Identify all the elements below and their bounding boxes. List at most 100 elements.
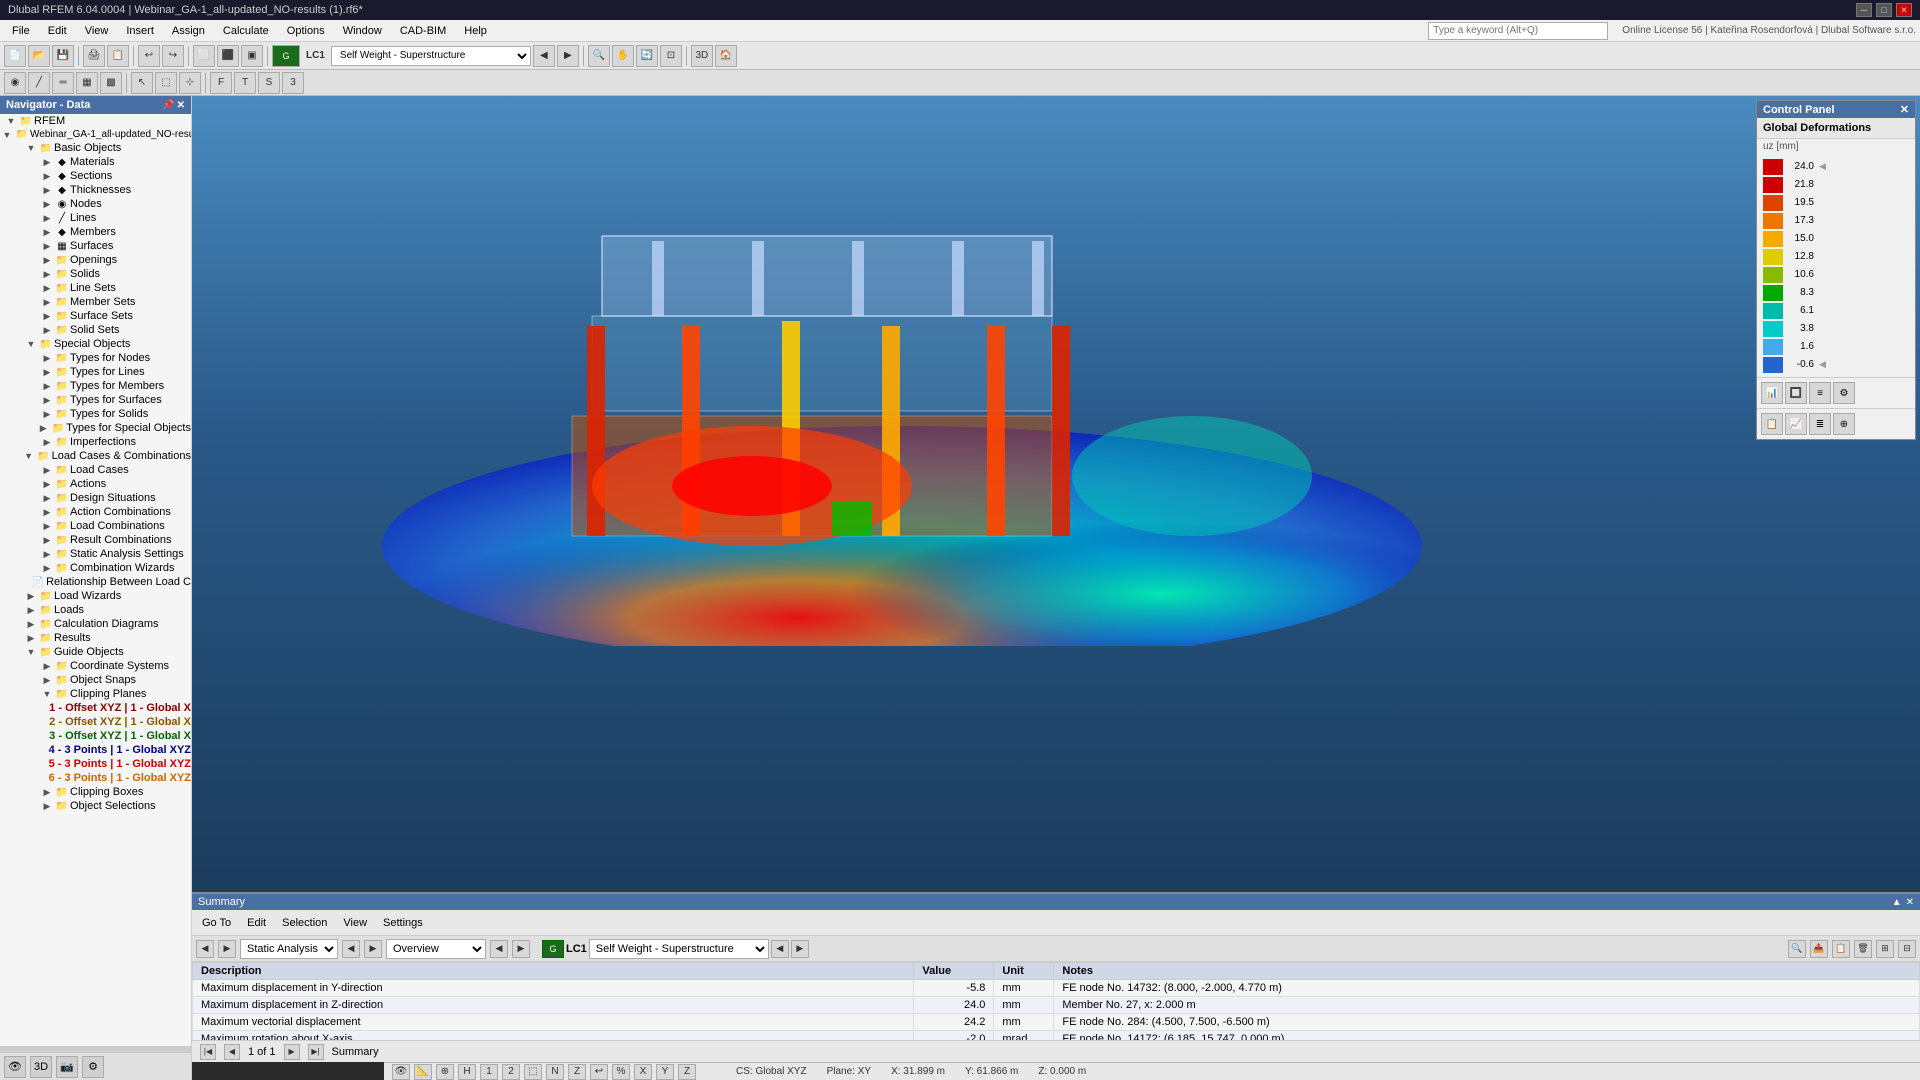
search-input[interactable] (1428, 22, 1608, 40)
lc-tb-prev[interactable]: ◀ (771, 940, 789, 958)
nav-item-rfem[interactable]: ▼ 📁 RFEM (0, 114, 191, 128)
status-btn-14[interactable]: Z (678, 1064, 696, 1080)
redo-button[interactable]: ↪ (162, 45, 184, 67)
nav-item-solid-sets[interactable]: ▶ 📁 Solid Sets (0, 323, 191, 337)
nav-item-load-combinations[interactable]: ▶ 📁 Load Combinations (0, 519, 191, 533)
tb2-window[interactable]: ⬚ (155, 72, 177, 94)
print-button[interactable]: 🖨 (83, 45, 105, 67)
nav-item-clipping-4[interactable]: 4 - 3 Points | 1 - Global XYZ (0, 743, 191, 757)
cp-btn-6[interactable]: 📈 (1785, 413, 1807, 435)
expand-surfaces[interactable]: ▶ (40, 241, 54, 252)
nav-item-clipping-1[interactable]: 1 - Offset XYZ | 1 - Global X (0, 701, 191, 715)
tb2-nodes[interactable]: ◉ (4, 72, 26, 94)
nav-item-result-combinations[interactable]: ▶ 📁 Result Combinations (0, 533, 191, 547)
nav-item-load-cases-item[interactable]: ▶ 📁 Load Cases (0, 463, 191, 477)
expand-line-sets[interactable]: ▶ (40, 283, 54, 294)
nav-item-thicknesses[interactable]: ▶ ◆ Thicknesses (0, 183, 191, 197)
nav-item-clipping-5[interactable]: 5 - 3 Points | 1 - Global XYZ (0, 757, 191, 771)
expand-special-objects[interactable]: ▼ (24, 339, 38, 349)
expand-solid-sets[interactable]: ▶ (40, 325, 54, 336)
expand-types-surfaces[interactable]: ▶ (40, 395, 54, 406)
nav-3d-button[interactable]: 3D (30, 1056, 52, 1078)
nav-item-clipping-boxes[interactable]: ▶ 📁 Clipping Boxes (0, 785, 191, 799)
nav-item-openings[interactable]: ▶ 📁 Openings (0, 253, 191, 267)
sum-tb-2[interactable]: 📤 (1810, 940, 1828, 958)
status-btn-5[interactable]: 1 (480, 1064, 498, 1080)
expand-actions[interactable]: ▶ (40, 479, 54, 490)
expand-results[interactable]: ▶ (24, 633, 38, 644)
expand-nodes[interactable]: ▶ (40, 199, 54, 210)
sum-tb-4[interactable]: 🗑 (1854, 940, 1872, 958)
nav-item-actions[interactable]: ▶ 📁 Actions (0, 477, 191, 491)
lc-tb-next[interactable]: ▶ (791, 940, 809, 958)
nav-item-imperfections[interactable]: ▶ 📁 Imperfections (0, 435, 191, 449)
nav-item-project[interactable]: ▼ 📁 Webinar_GA-1_all-updated_NO-resul (0, 128, 191, 141)
expand-guide-objects[interactable]: ▼ (24, 647, 38, 657)
nav-item-clipping-6[interactable]: 6 - 3 Points | 1 - Global XYZ (0, 771, 191, 785)
status-btn-13[interactable]: Y (656, 1064, 674, 1080)
nav-item-surfaces[interactable]: ▶ ▦ Surfaces (0, 239, 191, 253)
expand-calc-diagrams[interactable]: ▶ (24, 619, 38, 630)
cp-btn-5[interactable]: 📋 (1761, 413, 1783, 435)
tb2-view-side[interactable]: S (258, 72, 280, 94)
nav-view-button[interactable]: 👁 (4, 1056, 26, 1078)
nav-item-combo-wizards[interactable]: ▶ 📁 Combination Wizards (0, 561, 191, 575)
nav-item-types-solids[interactable]: ▶ 📁 Types for Solids (0, 407, 191, 421)
expand-members[interactable]: ▶ (40, 227, 54, 238)
menu-options[interactable]: Options (279, 23, 333, 39)
window-controls[interactable]: ─ □ ✕ (1856, 3, 1912, 17)
expand-object-snaps[interactable]: ▶ (40, 675, 54, 686)
tb-btn-2[interactable]: 📋 (107, 45, 129, 67)
tb-3d[interactable]: 3D (691, 45, 713, 67)
nav-item-loads[interactable]: ▶ 📁 Loads (0, 603, 191, 617)
expand-result-combinations[interactable]: ▶ (40, 535, 54, 546)
footer-next[interactable]: ▶ (284, 1044, 300, 1060)
expand-types-lines[interactable]: ▶ (40, 367, 54, 378)
sum-tb-6[interactable]: ⊟ (1898, 940, 1916, 958)
nav-cam-button[interactable]: 📷 (56, 1056, 78, 1078)
tb2-surfaces[interactable]: ▦ (76, 72, 98, 94)
menu-view[interactable]: View (77, 23, 117, 39)
status-btn-7[interactable]: ⬚ (524, 1064, 542, 1080)
nav-item-design-situations[interactable]: ▶ 📁 Design Situations (0, 491, 191, 505)
expand-types-members[interactable]: ▶ (40, 381, 54, 392)
nav-item-relationship[interactable]: 📄 Relationship Between Load C (0, 575, 191, 589)
summary-expand-button[interactable]: ▲ (1892, 897, 1902, 908)
expand-solids[interactable]: ▶ (40, 269, 54, 280)
expand-sections[interactable]: ▶ (40, 171, 54, 182)
cp-btn-2[interactable]: 🔲 (1785, 382, 1807, 404)
menu-assign[interactable]: Assign (164, 23, 213, 39)
nav-item-materials[interactable]: ▶ ◆ Materials (0, 155, 191, 169)
tb-render[interactable]: 🏠 (715, 45, 737, 67)
expand-clipping-boxes[interactable]: ▶ (40, 787, 54, 798)
nav-item-sections[interactable]: ▶ ◆ Sections (0, 169, 191, 183)
expand-load-cases[interactable]: ▼ (22, 451, 36, 461)
status-btn-8[interactable]: N (546, 1064, 564, 1080)
summary-edit[interactable]: Edit (241, 915, 272, 931)
analysis-type-combo[interactable]: Static Analysis (240, 939, 338, 959)
status-btn-4[interactable]: H (458, 1064, 476, 1080)
sum-tb-3[interactable]: 📋 (1832, 940, 1850, 958)
status-btn-2[interactable]: 📐 (414, 1064, 432, 1080)
nav-item-members[interactable]: ▶ ◆ Members (0, 225, 191, 239)
nav-pin-button[interactable]: 📌 (162, 100, 174, 111)
cp-btn-7[interactable]: ≣ (1809, 413, 1831, 435)
viewport-3d[interactable]: Control Panel ✕ Global Deformations uz [… (192, 96, 1920, 910)
nav-item-load-wizards[interactable]: ▶ 📁 Load Wizards (0, 589, 191, 603)
tb-lc-green[interactable]: G (272, 45, 300, 67)
expand-thicknesses[interactable]: ▶ (40, 185, 54, 196)
summary-settings[interactable]: Settings (377, 915, 429, 931)
expand-surface-sets[interactable]: ▶ (40, 311, 54, 322)
cp-btn-8[interactable]: ⊕ (1833, 413, 1855, 435)
nav-item-types-nodes[interactable]: ▶ 📁 Types for Nodes (0, 351, 191, 365)
save-button[interactable]: 💾 (52, 45, 74, 67)
nav-item-object-snaps[interactable]: ▶ 📁 Object Snaps (0, 673, 191, 687)
nav-item-action-combinations[interactable]: ▶ 📁 Action Combinations (0, 505, 191, 519)
tb2-lines[interactable]: ╱ (28, 72, 50, 94)
undo-button[interactable]: ↩ (138, 45, 160, 67)
menu-insert[interactable]: Insert (118, 23, 162, 39)
expand-types-solids[interactable]: ▶ (40, 409, 54, 420)
nav-item-clipping-planes[interactable]: ▼ 📁 Clipping Planes (0, 687, 191, 701)
status-btn-11[interactable]: % (612, 1064, 630, 1080)
nav-item-clipping-2[interactable]: 2 - Offset XYZ | 1 - Global X (0, 715, 191, 729)
